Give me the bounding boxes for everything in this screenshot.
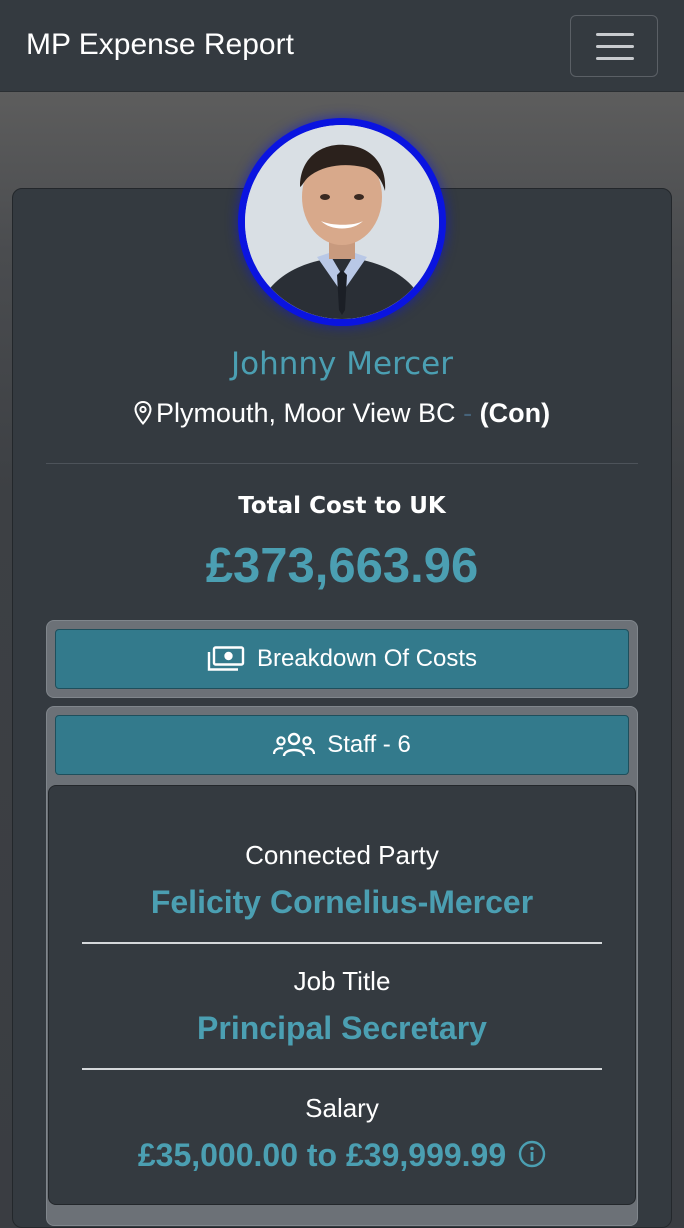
job-title-value: Principal Secretary <box>197 1010 487 1046</box>
mp-name: Johnny Mercer <box>231 346 453 382</box>
field-divider <box>82 1068 602 1070</box>
staff-button-label: Staff - 6 <box>327 731 411 758</box>
money-icon <box>207 646 245 671</box>
party-badge: (Con) <box>479 398 551 428</box>
menu-icon <box>596 33 634 36</box>
map-pin-icon <box>134 400 152 432</box>
separator: - <box>463 398 473 428</box>
salary-label: Salary <box>305 1093 379 1123</box>
connected-party-label: Connected Party <box>245 840 439 870</box>
divider <box>46 463 638 464</box>
avatar <box>238 118 446 326</box>
navbar: MP Expense Report <box>0 0 684 92</box>
menu-icon-bar <box>596 57 634 60</box>
mp-portrait-image <box>245 125 439 319</box>
menu-icon-bar <box>596 45 634 48</box>
connected-party-value: Felicity Cornelius-Mercer <box>150 884 534 920</box>
field-divider <box>82 942 602 944</box>
staff-button[interactable]: Staff - 6 <box>55 715 629 775</box>
menu-toggle-button[interactable] <box>570 15 658 77</box>
navbar-brand[interactable]: MP Expense Report <box>26 28 294 62</box>
salary-value: £35,000.00 to £39,999.99 <box>137 1137 507 1173</box>
mp-location: Plymouth, Moor View BC - (Con) <box>0 398 684 432</box>
total-cost-label: Total Cost to UK <box>238 493 446 519</box>
breakdown-accordion: Breakdown Of Costs <box>46 620 638 698</box>
breakdown-button[interactable]: Breakdown Of Costs <box>55 629 629 689</box>
users-icon <box>273 732 316 757</box>
salary-row: £35,000.00 to £39,999.99 <box>0 1137 684 1176</box>
job-title-label: Job Title <box>293 966 391 996</box>
total-cost-value: £373,663.96 <box>205 539 479 593</box>
constituency: Plymouth, Moor View BC <box>155 398 456 428</box>
breakdown-button-label: Breakdown Of Costs <box>256 645 478 672</box>
info-icon[interactable] <box>518 1139 546 1176</box>
